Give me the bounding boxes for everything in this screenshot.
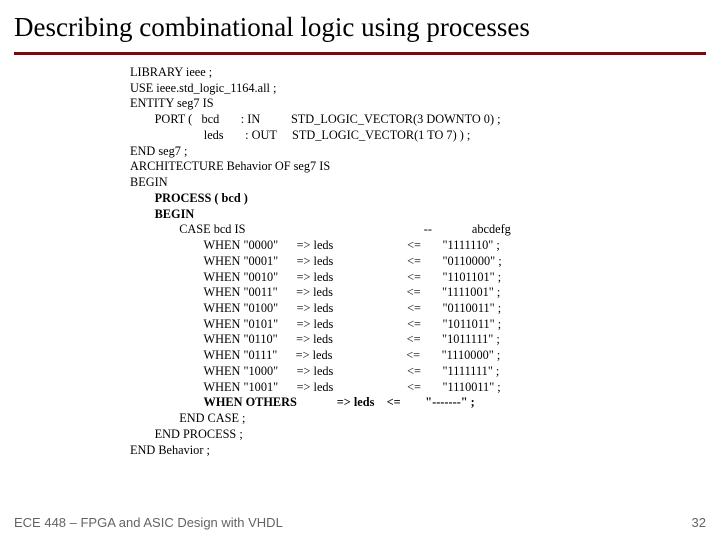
slide-title: Describing combinational logic using pro…: [0, 0, 720, 46]
code-line-begin: BEGIN: [130, 207, 194, 221]
code-line: LIBRARY ieee ;: [130, 65, 212, 79]
code-line: END PROCESS ;: [130, 427, 243, 441]
code-line: PORT ( bcd : IN STD_LOGIC_VECTOR(3 DOWNT…: [130, 112, 501, 126]
slide-footer: ECE 448 – FPGA and ASIC Design with VHDL…: [14, 515, 706, 530]
code-line: WHEN "0100" => leds <= "0110011" ;: [130, 301, 501, 315]
code-line: WHEN "1001" => leds <= "1110011" ;: [130, 380, 501, 394]
code-line-others: WHEN OTHERS => leds <=: [130, 395, 422, 409]
code-line: END seg7 ;: [130, 144, 187, 158]
code-line: WHEN "0010" => leds <= "1101101" ;: [130, 270, 501, 284]
code-line: END Behavior ;: [130, 443, 210, 457]
code-line: WHEN "0001" => leds <= "0110000" ;: [130, 254, 502, 268]
code-line: WHEN "0000" => leds <= "1111110" ;: [130, 238, 500, 252]
vhdl-code-block: LIBRARY ieee ; USE ieee.std_logic_1164.a…: [130, 65, 720, 458]
title-underline: [14, 52, 706, 55]
code-line: WHEN "0101" => leds <= "1011011" ;: [130, 317, 501, 331]
slide-number: 32: [692, 515, 706, 530]
code-line: WHEN "0111" => leds <= "1110000" ;: [130, 348, 500, 362]
code-line: USE ieee.std_logic_1164.all ;: [130, 81, 276, 95]
code-line: ENTITY seg7 IS: [130, 96, 214, 110]
code-line: WHEN "0011" => leds <= "1111001" ;: [130, 285, 500, 299]
code-line: WHEN "1000" => leds <= "1111111" ;: [130, 364, 499, 378]
footer-course: ECE 448 – FPGA and ASIC Design with VHDL: [14, 515, 283, 530]
code-line-others-val: "-------" ;: [422, 395, 475, 409]
code-line: BEGIN: [130, 175, 168, 189]
code-line: leds : OUT STD_LOGIC_VECTOR(1 TO 7) ) ;: [130, 128, 470, 142]
code-line: END CASE ;: [130, 411, 245, 425]
code-line: WHEN "0110" => leds <= "1011111" ;: [130, 332, 500, 346]
code-line: CASE bcd IS -- abcdefg: [130, 222, 511, 236]
code-line-process: PROCESS ( bcd ): [130, 191, 248, 205]
code-line: ARCHITECTURE Behavior OF seg7 IS: [130, 159, 330, 173]
